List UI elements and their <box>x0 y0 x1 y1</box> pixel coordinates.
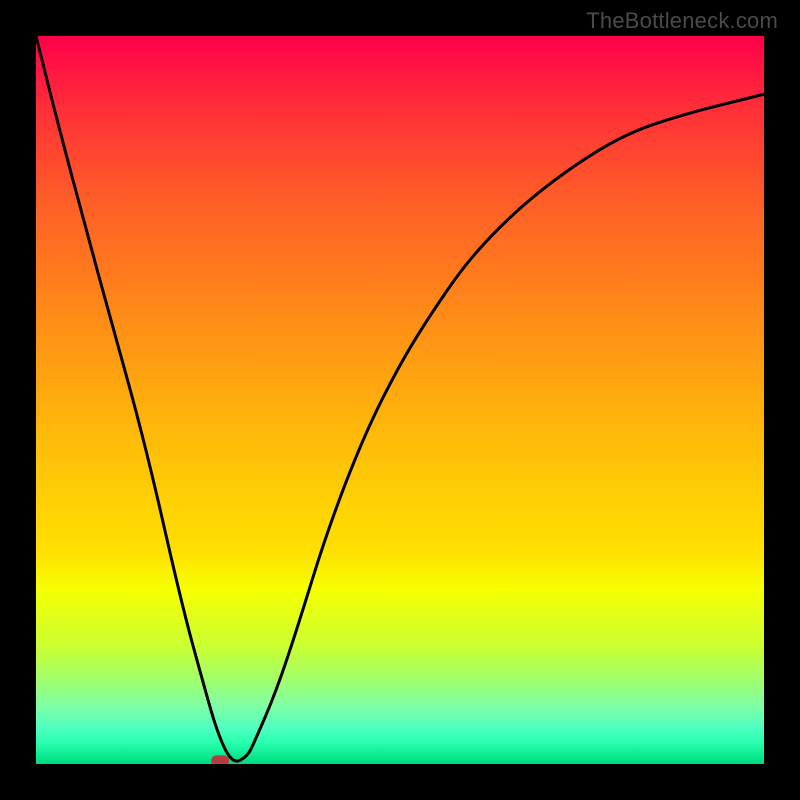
chart-svg <box>36 36 764 764</box>
chart-plot-area <box>36 36 764 764</box>
min-point-marker <box>211 755 229 764</box>
watermark-text: TheBottleneck.com <box>586 8 778 34</box>
chart-frame: TheBottleneck.com <box>0 0 800 800</box>
chart-curve <box>36 36 764 761</box>
